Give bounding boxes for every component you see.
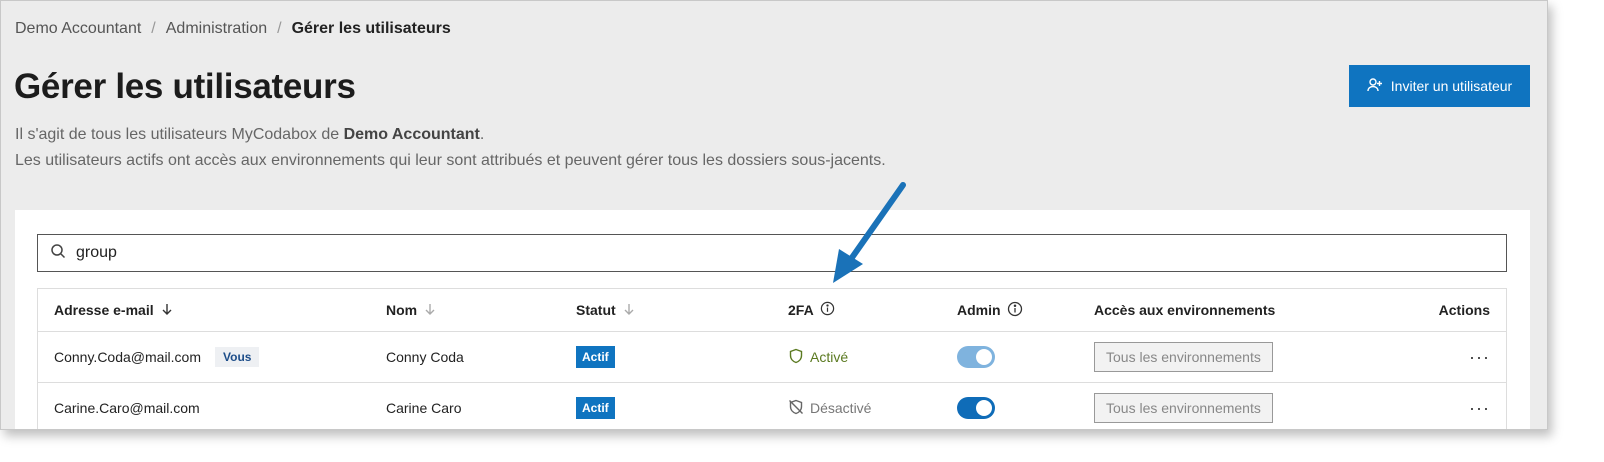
breadcrumb-item-administration[interactable]: Administration (166, 20, 267, 38)
invite-user-button[interactable]: Inviter un utilisateur (1349, 65, 1530, 107)
breadcrumb-item-demo-accountant[interactable]: Demo Accountant (15, 20, 141, 38)
sort-down-icon (160, 302, 174, 319)
page-title: Gérer les utilisateurs (14, 67, 356, 106)
actions-cell: ··· (1469, 398, 1490, 419)
column-header-actions: Actions (1438, 302, 1490, 318)
status-cell: Actif (576, 346, 615, 368)
breadcrumb-separator: / (151, 20, 156, 37)
twofa-status: Désactivé (810, 400, 872, 416)
sort-down-icon (622, 302, 636, 319)
users-table: Adresse e-mail Nom Statut 2FA Admin Accè… (37, 288, 1507, 429)
access-cell: Tous les environnements (1094, 342, 1273, 372)
sort-down-icon (423, 302, 437, 319)
column-header-admin-label: Admin (957, 302, 1001, 318)
admin-toggle[interactable] (957, 397, 995, 419)
user-name: Carine Caro (386, 400, 462, 416)
admin-cell (957, 397, 995, 419)
actions-cell: ··· (1469, 347, 1490, 368)
more-horizontal-icon[interactable]: ··· (1469, 398, 1490, 419)
access-cell: Tous les environnements (1094, 393, 1273, 423)
description-account-name: Demo Accountant (343, 126, 480, 143)
column-header-nom[interactable]: Nom (386, 302, 437, 319)
app-window: Demo Accountant / Administration / Gérer… (0, 0, 1548, 430)
page-description: Il s'agit de tous les utilisateurs MyCod… (15, 122, 886, 174)
status-badge: Actif (576, 346, 615, 368)
status-cell: Actif (576, 397, 615, 419)
table-row: Conny.Coda@mail.com Vous Conny Coda Acti… (38, 332, 1506, 383)
user-name: Conny Coda (386, 349, 464, 365)
search-icon (38, 243, 66, 264)
description-suffix: . (479, 126, 485, 143)
breadcrumb-separator: / (277, 20, 282, 37)
invite-user-label: Inviter un utilisateur (1390, 78, 1513, 94)
shield-icon (788, 348, 804, 367)
admin-cell (957, 346, 995, 368)
user-plus-icon (1367, 77, 1383, 96)
search-input[interactable] (74, 243, 1506, 263)
column-header-email-label: Adresse e-mail (54, 302, 154, 318)
toggle-knob (976, 349, 992, 365)
description-prefix: Il s'agit de tous les utilisateurs MyCod… (15, 126, 344, 143)
table-row: Carine.Caro@mail.com Carine Caro Actif D… (38, 383, 1506, 429)
column-header-email[interactable]: Adresse e-mail (54, 302, 174, 319)
column-header-acces: Accès aux environnements (1094, 302, 1276, 318)
column-header-statut-label: Statut (576, 302, 616, 318)
shield-off-icon (788, 399, 804, 418)
column-header-2fa: 2FA (788, 301, 835, 319)
search-box (37, 234, 1507, 272)
users-card: Adresse e-mail Nom Statut 2FA Admin (15, 210, 1530, 429)
breadcrumb-current: Gérer les utilisateurs (291, 20, 451, 37)
you-badge: Vous (215, 347, 260, 367)
admin-toggle[interactable] (957, 346, 995, 368)
status-badge: Actif (576, 397, 615, 419)
column-header-2fa-label: 2FA (788, 302, 814, 318)
column-header-admin: Admin (957, 301, 1023, 320)
more-horizontal-icon[interactable]: ··· (1469, 347, 1490, 368)
user-email: Carine.Caro@mail.com (54, 400, 200, 416)
column-header-nom-label: Nom (386, 302, 418, 318)
info-icon[interactable] (820, 301, 835, 319)
environments-button[interactable]: Tous les environnements (1094, 342, 1273, 372)
twofa-cell: Désactivé (788, 399, 871, 418)
description-line-2: Les utilisateurs actifs ont accès aux en… (15, 152, 886, 169)
user-email: Conny.Coda@mail.com (54, 349, 202, 365)
column-header-statut[interactable]: Statut (576, 302, 636, 319)
breadcrumb: Demo Accountant / Administration / Gérer… (15, 20, 451, 38)
table-header: Adresse e-mail Nom Statut 2FA Admin Accè… (38, 289, 1506, 332)
environments-button[interactable]: Tous les environnements (1094, 393, 1273, 423)
twofa-cell: Activé (788, 348, 848, 367)
row-email-cell: Conny.Coda@mail.com Vous (54, 347, 260, 367)
row-email-cell: Carine.Caro@mail.com (54, 400, 200, 416)
twofa-status: Activé (810, 349, 849, 365)
toggle-knob (976, 400, 992, 416)
info-icon[interactable] (1007, 301, 1023, 320)
